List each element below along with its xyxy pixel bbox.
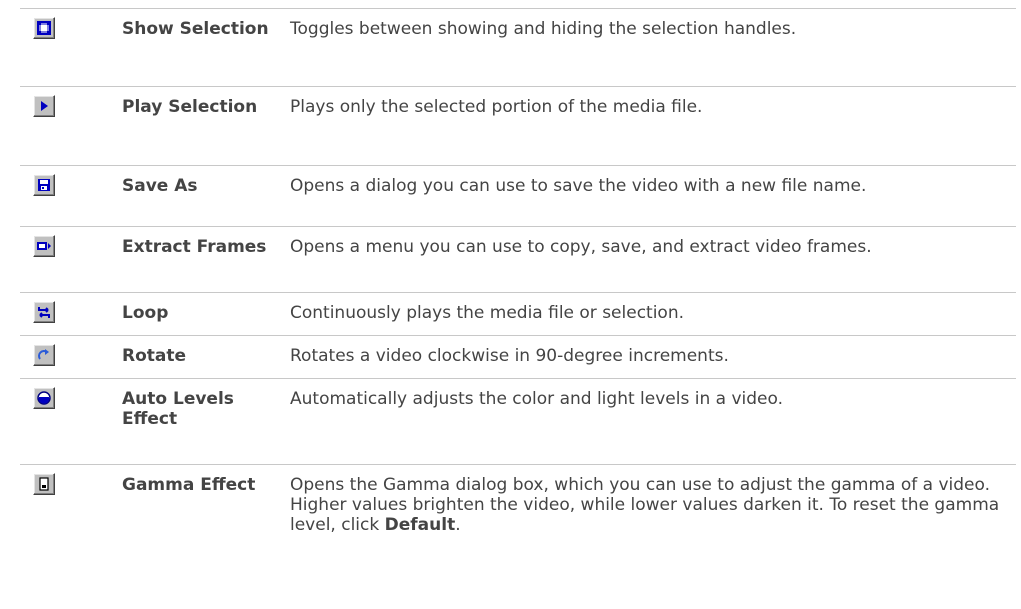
default-bold-text: Default <box>384 515 456 535</box>
table-row: Extract Frames Opens a menu you can use … <box>20 226 1016 292</box>
row-name: Rotate <box>122 346 187 366</box>
row-description: Plays only the selected portion of the m… <box>290 97 703 117</box>
row-description: Continuously plays the media file or sel… <box>290 303 685 323</box>
row-name: Loop <box>122 303 169 323</box>
table-row: Rotate Rotates a video clockwise in 90-d… <box>20 335 1016 378</box>
extract-frames-icon[interactable] <box>33 235 55 257</box>
row-description: Opens a menu you can use to copy, save, … <box>290 237 872 257</box>
row-name: Show Selection <box>122 19 269 39</box>
row-description: Toggles between showing and hiding the s… <box>290 19 797 39</box>
table-row: Save As Opens a dialog you can use to sa… <box>20 165 1016 226</box>
auto-levels-icon[interactable] <box>33 387 55 409</box>
table-row: Show Selection Toggles between showing a… <box>20 8 1016 86</box>
row-description: Opens a dialog you can use to save the v… <box>290 176 867 196</box>
row-description: Opens the Gamma dialog box, which you ca… <box>290 475 1000 535</box>
row-name: Save As <box>122 176 198 196</box>
row-name: Auto Levels Effect <box>122 389 234 429</box>
toolbar-reference-table: Show Selection Toggles between showing a… <box>20 8 1016 544</box>
gamma-icon[interactable] <box>33 473 55 495</box>
show-selection-icon[interactable] <box>33 17 55 39</box>
row-name: Play Selection <box>122 97 258 117</box>
row-description: Automatically adjusts the color and ligh… <box>290 389 783 409</box>
loop-icon[interactable] <box>33 301 55 323</box>
row-name: Extract Frames <box>122 237 267 257</box>
table-row: Auto Levels Effect Automatically adjusts… <box>20 378 1016 464</box>
rotate-icon[interactable] <box>33 344 55 366</box>
table-row: Play Selection Plays only the selected p… <box>20 86 1016 165</box>
table-row: Loop Continuously plays the media file o… <box>20 292 1016 335</box>
row-name: Gamma Effect <box>122 475 256 495</box>
row-description: Rotates a video clockwise in 90-degree i… <box>290 346 729 366</box>
table-row: Gamma Effect Opens the Gamma dialog box,… <box>20 464 1016 544</box>
save-as-icon[interactable] <box>33 174 55 196</box>
play-selection-icon[interactable] <box>33 95 55 117</box>
